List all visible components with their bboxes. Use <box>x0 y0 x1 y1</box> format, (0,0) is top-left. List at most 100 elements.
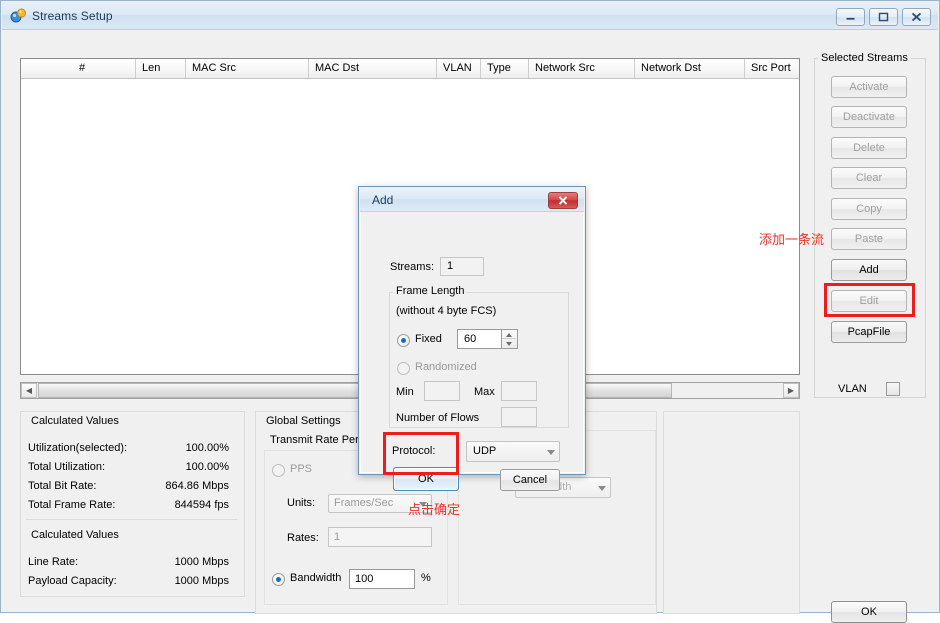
protocol-combobox[interactable]: UDP <box>466 441 560 462</box>
client-area: # Len MAC Src MAC Dst VLAN Type Network … <box>2 30 938 623</box>
calc-label: Total Frame Rate: <box>28 499 116 511</box>
maximize-button[interactable] <box>869 8 898 26</box>
randomized-radio[interactable] <box>397 362 410 375</box>
copy-button[interactable]: Copy <box>831 198 907 220</box>
min-label: Min <box>396 386 414 398</box>
calc-row-line-rate: Line Rate: 1000 Mbps <box>28 556 235 574</box>
add-dialog: Add Streams: 1 Frame Length (without 4 b… <box>358 186 586 491</box>
global-settings-legend: Global Settings <box>263 415 344 427</box>
window-title: Streams Setup <box>32 9 113 23</box>
streams-label: Streams: <box>390 261 435 273</box>
pcapfile-button[interactable]: PcapFile <box>831 321 907 343</box>
calculated-values-legend-1: Calculated Values <box>28 415 122 427</box>
delete-button[interactable]: Delete <box>831 137 907 159</box>
max-input[interactable] <box>501 381 537 401</box>
add-dialog-ok-button[interactable]: OK <box>393 467 459 491</box>
calculated-values-divider <box>26 519 237 520</box>
edit-button[interactable]: Edit <box>831 290 907 312</box>
vlan-label: VLAN <box>838 383 867 395</box>
add-dialog-close-button[interactable] <box>548 192 578 209</box>
activate-button[interactable]: Activate <box>831 76 907 98</box>
fixed-label: Fixed <box>415 333 442 345</box>
fixed-length-input[interactable]: 60 <box>457 329 502 349</box>
bandwidth-input[interactable]: 100 <box>349 569 415 589</box>
frame-length-legend: Frame Length <box>393 285 468 297</box>
fixed-length-spinner[interactable] <box>502 329 518 349</box>
number-of-flows-input[interactable] <box>501 407 537 427</box>
column-header-mac-dst[interactable]: MAC Dst <box>309 59 437 78</box>
scroll-left-arrow-icon[interactable]: ◀ <box>21 383 37 398</box>
add-button[interactable]: Add <box>831 259 907 281</box>
column-header-src-port[interactable]: Src Port <box>745 59 799 78</box>
chevron-down-icon <box>598 486 606 491</box>
clear-button[interactable]: Clear <box>831 167 907 189</box>
frame-length-subtitle: (without 4 byte FCS) <box>396 305 497 317</box>
calc-value: 100.00% <box>185 442 229 454</box>
column-header-network-src[interactable]: Network Src <box>529 59 635 78</box>
calc-label: Payload Capacity: <box>28 575 117 587</box>
transmit-rate-subtitle: Transmit Rate Per <box>270 434 359 446</box>
window-ok-button[interactable]: OK <box>831 601 907 623</box>
pps-radio[interactable] <box>272 464 285 477</box>
bandwidth-input-value: 100 <box>355 573 374 585</box>
min-input[interactable] <box>424 381 460 401</box>
calc-row-payload-capacity: Payload Capacity: 1000 Mbps <box>28 575 235 593</box>
number-of-flows-label: Number of Flows <box>396 412 480 424</box>
close-icon <box>911 12 922 22</box>
calc-row-total-utilization: Total Utilization: 100.00% <box>28 461 235 479</box>
column-header-type[interactable]: Type <box>481 59 529 78</box>
bandwidth-radio[interactable] <box>272 573 285 586</box>
add-dialog-title: Add <box>372 193 394 207</box>
maximize-icon <box>878 12 889 22</box>
vlan-row: VLAN <box>838 382 918 398</box>
calc-value: 1000 Mbps <box>174 556 229 568</box>
chevron-down-icon <box>547 450 555 455</box>
rates-label: Rates: <box>287 532 319 544</box>
calc-value: 100.00% <box>185 461 229 473</box>
units-label: Units: <box>287 497 316 509</box>
percent-label: % <box>421 572 431 584</box>
minimize-icon <box>846 17 855 20</box>
calc-row-total-bit-rate: Total Bit Rate: 864.86 Mbps <box>28 480 235 498</box>
column-header-num[interactable]: # <box>73 59 136 78</box>
table-header-row: # Len MAC Src MAC Dst VLAN Type Network … <box>21 59 799 79</box>
deactivate-button[interactable]: Deactivate <box>831 106 907 128</box>
column-header-network-dst[interactable]: Network Dst <box>635 59 745 78</box>
streams-input-value: 1 <box>447 260 454 272</box>
add-dialog-cancel-button[interactable]: Cancel <box>500 469 560 491</box>
calc-value: 864.86 Mbps <box>165 480 229 492</box>
max-label: Max <box>474 386 495 398</box>
window-title-bar: Streams Setup <box>2 2 938 30</box>
scroll-right-arrow-icon[interactable]: ▶ <box>783 383 799 398</box>
calc-row-utilization-selected: Utilization(selected): 100.00% <box>28 442 235 460</box>
units-combobox-value: Frames/Sec <box>334 497 394 509</box>
paste-button[interactable]: Paste <box>831 228 907 250</box>
selected-streams-legend: Selected Streams <box>818 52 911 64</box>
fixed-radio[interactable] <box>397 334 410 347</box>
calc-label: Total Bit Rate: <box>28 480 97 492</box>
column-header-vlan[interactable]: VLAN <box>437 59 481 78</box>
streams-input[interactable]: 1 <box>440 257 484 276</box>
calc-label: Line Rate: <box>28 556 79 568</box>
right-settings-panel <box>663 411 800 614</box>
rates-input[interactable]: 1 <box>328 527 432 547</box>
add-dialog-body: Streams: 1 Frame Length (without 4 byte … <box>360 212 584 491</box>
pps-label: PPS <box>290 463 313 475</box>
column-header-mac-src[interactable]: MAC Src <box>186 59 309 78</box>
rates-input-value: 1 <box>334 531 341 543</box>
spinner-down-button[interactable] <box>502 339 516 348</box>
calc-label: Total Utilization: <box>28 461 106 473</box>
calc-value: 1000 Mbps <box>174 575 229 587</box>
bandwidth-label: Bandwidth <box>290 572 342 584</box>
randomized-label: Randomized <box>415 361 477 373</box>
caret-up-icon <box>506 333 512 337</box>
calculated-values-legend-2: Calculated Values <box>28 529 122 541</box>
vlan-checkbox[interactable] <box>886 382 900 396</box>
spinner-up-button[interactable] <box>502 330 516 339</box>
calc-label: Utilization(selected): <box>28 442 128 454</box>
column-header-len[interactable]: Len <box>136 59 186 78</box>
minimize-button[interactable] <box>836 8 865 26</box>
add-dialog-titlebar: Add <box>360 188 584 212</box>
close-button[interactable] <box>902 8 931 26</box>
protocol-label: Protocol: <box>392 445 436 457</box>
